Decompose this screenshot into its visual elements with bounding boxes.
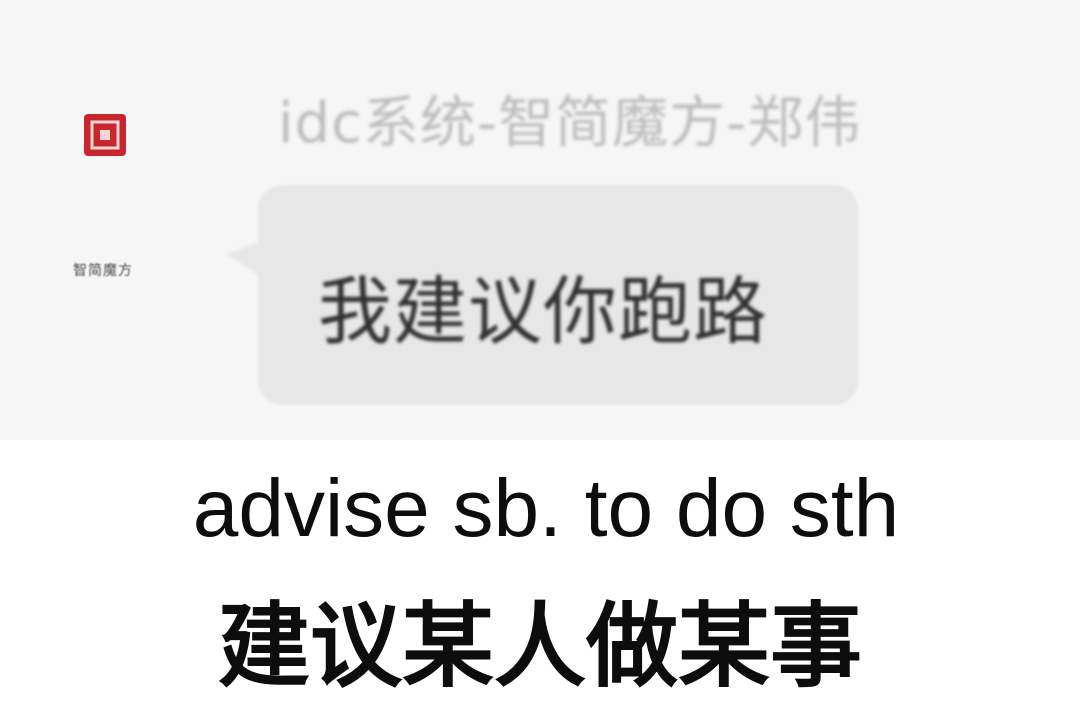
avatar[interactable]: 智简魔方 bbox=[30, 100, 180, 279]
chat-screenshot: 智简魔方 idc系统-智简魔方-郑伟 我建议你跑路 bbox=[0, 0, 1080, 440]
caption-chinese: 建议某人做某事 bbox=[217, 593, 862, 700]
sender-name: idc系统-智简魔方-郑伟 bbox=[278, 91, 862, 156]
caption-english: advise sb. to do sth bbox=[192, 463, 900, 554]
red-square-logo-icon bbox=[84, 114, 126, 156]
avatar-subtext bbox=[38, 298, 168, 306]
message-text: 我建议你跑路 bbox=[318, 269, 768, 355]
avatar-name: 智简魔方 bbox=[73, 263, 133, 279]
